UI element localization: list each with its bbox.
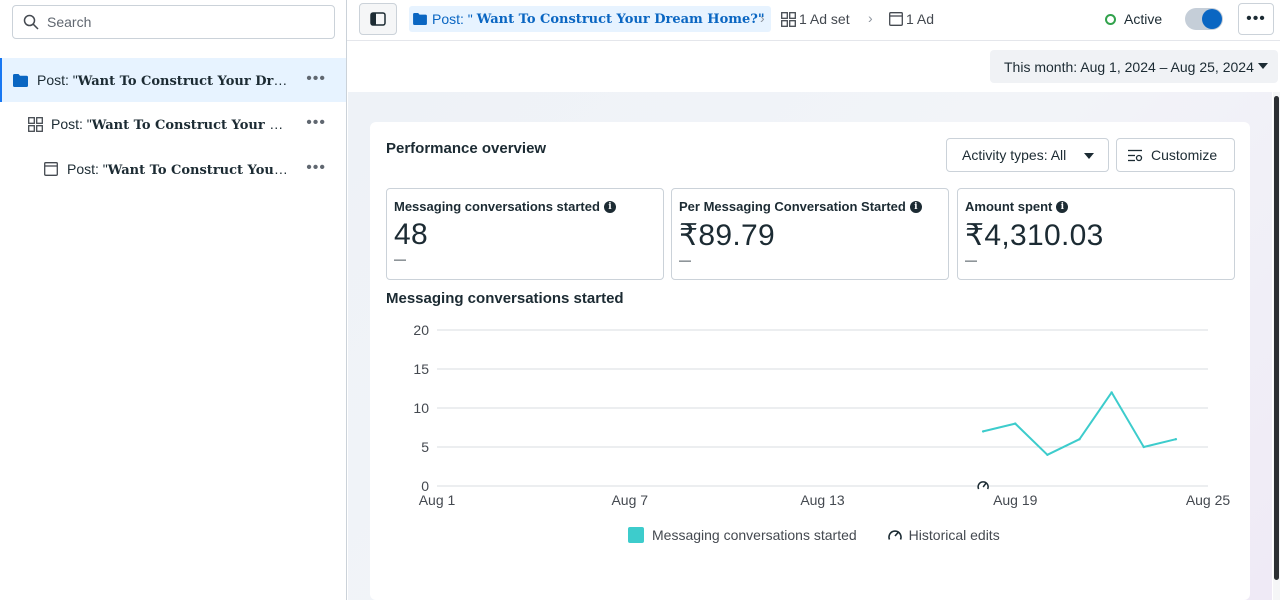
y-tick-label: 5 <box>421 439 429 455</box>
x-tick-label: Aug 19 <box>993 492 1038 508</box>
x-tick-label: Aug 1 <box>419 492 456 508</box>
breadcrumb-ad-set-label: 1 Ad set <box>799 11 850 27</box>
metric-value: ₹89.79 <box>679 219 775 252</box>
legend-swatch <box>628 527 644 543</box>
activity-types-dropdown[interactable]: Activity types: All <box>946 138 1109 172</box>
tree-item-label: Post: "Want To Construct Your Dr... <box>67 160 292 178</box>
metric-delta: — <box>394 252 406 266</box>
ad-icon <box>889 12 903 26</box>
date-range-picker[interactable]: This month: Aug 1, 2024 – Aug 25, 2024 <box>990 50 1278 83</box>
data-point <box>1174 438 1178 441</box>
search-icon <box>23 14 39 30</box>
more-options-icon[interactable]: ••• <box>306 71 326 87</box>
performance-card: Performance overview Activity types: All… <box>370 122 1250 600</box>
y-tick-label: 20 <box>413 322 429 338</box>
historical-edits-icon <box>887 530 902 540</box>
metric-label: Messaging conversations started i <box>394 199 656 214</box>
metric-label: Amount spent i <box>965 199 1227 214</box>
customize-settings-icon <box>1128 149 1143 161</box>
y-tick-label: 15 <box>413 361 429 377</box>
tree-item-campaign[interactable]: Post: "Want To Construct Your Dream ... … <box>0 58 346 102</box>
toggle-knob <box>1202 9 1222 29</box>
status-dot-icon <box>1105 13 1116 25</box>
chevron-right-icon: › <box>760 10 765 26</box>
metric-card-amount-spent[interactable]: Amount spent i ₹4,310.03 — <box>957 188 1235 280</box>
caret-down-icon <box>1258 63 1268 69</box>
data-point <box>1142 445 1145 449</box>
customize-button[interactable]: Customize <box>1116 138 1235 172</box>
ad-set-grid-icon <box>28 116 43 132</box>
top-bar: Post: " Want To Construct Your Dream Home… <box>347 0 1280 41</box>
data-point <box>1110 391 1113 394</box>
panel-toggle-button[interactable] <box>359 3 397 35</box>
search-input[interactable] <box>47 14 307 30</box>
date-range-label: This month: Aug 1, 2024 – Aug 25, 2024 <box>1004 58 1254 75</box>
ad-icon <box>44 162 58 176</box>
sidebar-toggle-icon <box>370 12 386 26</box>
ad-set-grid-icon <box>781 11 796 27</box>
folder-icon <box>413 13 427 25</box>
more-options-icon[interactable]: ••• <box>306 160 326 176</box>
more-options-button[interactable]: ••• <box>1238 3 1274 35</box>
breadcrumb-campaign[interactable]: Post: " Want To Construct Your Dream Home… <box>409 6 771 32</box>
info-icon[interactable]: i <box>1056 200 1069 213</box>
tree-item-label: Post: "Want To Construct Your Drea... <box>51 115 291 133</box>
metric-value: 48 <box>394 218 428 251</box>
data-point <box>1078 438 1081 441</box>
metric-card-cost-per-conversation[interactable]: Per Messaging Conversation Started i ₹89.… <box>671 188 949 280</box>
metric-delta: — <box>965 253 977 267</box>
series-line <box>982 391 1177 456</box>
more-options-icon[interactable]: ••• <box>306 115 326 131</box>
breadcrumb-title: Want To Construct Your Dream Home?" <box>476 11 765 27</box>
active-toggle[interactable] <box>1185 8 1223 30</box>
data-point <box>1046 453 1049 456</box>
x-tick-label: Aug 7 <box>611 492 648 508</box>
breadcrumb-prefix: Post: " <box>432 11 473 27</box>
card-title: Performance overview <box>386 140 547 157</box>
breadcrumb-ad-set[interactable]: 1 Ad set <box>781 11 850 27</box>
legend-label-historical: Historical edits <box>908 527 1000 543</box>
activity-types-label: Activity types: All <box>962 147 1067 163</box>
legend-label-series: Messaging conversations started <box>652 527 857 543</box>
historical-edit-marker[interactable] <box>977 480 990 492</box>
y-tick-label: 10 <box>413 400 429 416</box>
chart-title: Messaging conversations started <box>386 290 624 307</box>
caret-down-icon <box>1084 153 1094 159</box>
status-label: Active <box>1124 11 1163 27</box>
chevron-right-icon: › <box>868 10 873 26</box>
data-point <box>981 430 985 433</box>
sidebar: Post: "Want To Construct Your Dream ... … <box>0 0 347 600</box>
customize-label: Customize <box>1151 147 1218 163</box>
scrollbar-thumb[interactable] <box>1274 96 1279 580</box>
info-icon[interactable]: i <box>603 200 616 213</box>
x-tick-label: Aug 25 <box>1186 492 1231 508</box>
breadcrumb-ad-label: 1 Ad <box>906 11 935 27</box>
metric-card-messaging-conversations[interactable]: Messaging conversations started i 48 — <box>386 188 664 280</box>
search-box[interactable] <box>12 5 335 39</box>
metric-value: ₹4,310.03 <box>965 219 1104 252</box>
data-point <box>1014 422 1017 425</box>
metric-delta: — <box>679 253 691 267</box>
legend-historical-edits[interactable]: Historical edits <box>887 527 1000 543</box>
x-tick-label: Aug 13 <box>800 492 845 508</box>
breadcrumb-ad[interactable]: 1 Ad <box>889 11 934 27</box>
chart-legend: Messaging conversations started Historic… <box>628 527 1000 543</box>
folder-icon <box>13 73 28 87</box>
metric-label: Per Messaging Conversation Started i <box>679 199 941 214</box>
tree-item-label: Post: "Want To Construct Your Dream ... <box>37 71 292 89</box>
info-icon[interactable]: i <box>909 200 922 213</box>
status-indicator: Active <box>1105 11 1162 27</box>
line-chart: 05101520Aug 1 Aug 7 Aug 13 Aug 19 Aug 25 <box>413 322 1231 508</box>
tree-item-ad[interactable]: Post: "Want To Construct Your Dr... ••• <box>0 147 346 191</box>
tree-item-ad-set[interactable]: Post: "Want To Construct Your Drea... ••… <box>0 102 346 146</box>
